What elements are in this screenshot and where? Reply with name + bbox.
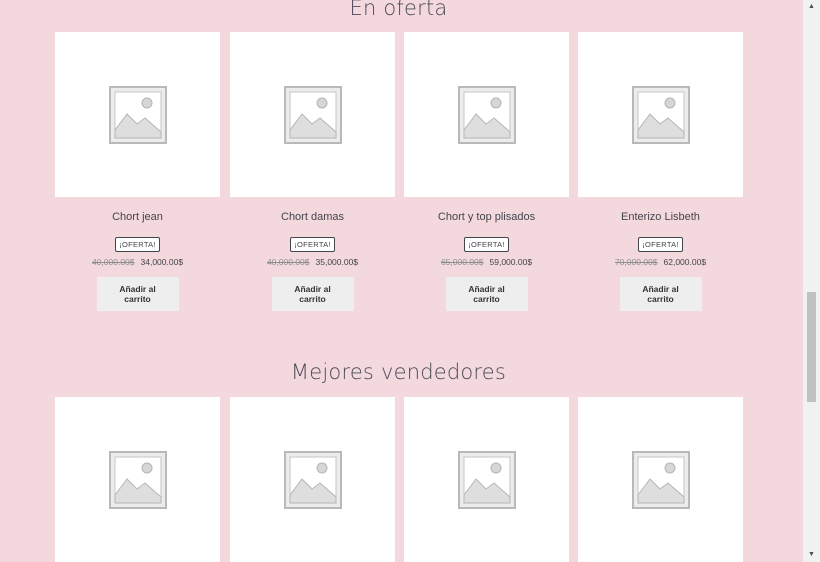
product-name[interactable]: Chort y top plisados [404, 211, 569, 223]
product-image[interactable] [404, 397, 569, 562]
sale-price: 34,000.00$ [140, 257, 184, 267]
image-placeholder-icon [457, 450, 516, 509]
sale-badge: ¡OFERTA! [638, 237, 683, 252]
product-card [404, 397, 569, 562]
sale-badge: ¡OFERTA! [115, 237, 160, 252]
old-price: 65,000.00$ [440, 257, 484, 267]
add-to-cart-button[interactable]: Añadir al carrito [96, 277, 179, 311]
sale-badge: ¡OFERTA! [290, 237, 335, 252]
product-image[interactable] [230, 32, 395, 197]
add-to-cart-button[interactable]: Añadir al carrito [445, 277, 528, 311]
product-card: Enterizo Lisbeth ¡OFERTA! 70,000.00$ 62,0… [578, 32, 743, 311]
sale-price: 35,000.00$ [315, 257, 359, 267]
product-card [230, 397, 395, 562]
add-to-cart-button[interactable]: Añadir al carrito [619, 277, 702, 311]
sale-price: 59,000.00$ [489, 257, 533, 267]
product-card: Chort damas ¡OFERTA! 40,000.00$ 35,000.00… [230, 32, 395, 311]
image-placeholder-icon [631, 85, 690, 144]
image-placeholder-icon [283, 85, 342, 144]
image-placeholder-icon [108, 450, 167, 509]
product-image[interactable] [230, 397, 395, 562]
product-price: 40,000.00$ 35,000.00$ [230, 257, 395, 267]
image-placeholder-icon [631, 450, 690, 509]
image-placeholder-icon [283, 450, 342, 509]
scroll-up-arrow-icon[interactable]: ▲ [803, 0, 820, 14]
product-price: 65,000.00$ 59,000.00$ [404, 257, 569, 267]
product-name[interactable]: Chort jean [55, 211, 220, 223]
product-image[interactable] [404, 32, 569, 197]
sale-badge: ¡OFERTA! [464, 237, 509, 252]
product-image[interactable] [55, 397, 220, 562]
old-price: 40,000.00$ [91, 257, 135, 267]
product-name[interactable]: Enterizo Lisbeth [578, 211, 743, 223]
image-placeholder-icon [457, 85, 516, 144]
product-price: 40,000.00$ 34,000.00$ [55, 257, 220, 267]
add-to-cart-button[interactable]: Añadir al carrito [271, 277, 354, 311]
sale-price: 62,000.00$ [663, 257, 707, 267]
product-card: Chort jean ¡OFERTA! 40,000.00$ 34,000.00$… [55, 32, 220, 311]
scrollbar-thumb[interactable] [807, 292, 816, 402]
product-name[interactable]: Chort damas [230, 211, 395, 223]
product-card [55, 397, 220, 562]
vertical-scrollbar[interactable]: ▲ ▼ [803, 0, 820, 562]
product-card [578, 397, 743, 562]
section-title-mejores-vendedores: Mejores vendedores [290, 360, 507, 384]
section-title-en-oferta: En oferta [349, 0, 448, 20]
product-image[interactable] [578, 397, 743, 562]
product-image[interactable] [578, 32, 743, 197]
product-price: 70,000.00$ 62,000.00$ [578, 257, 743, 267]
product-card: Chort y top plisados ¡OFERTA! 65,000.00$… [404, 32, 569, 311]
old-price: 40,000.00$ [266, 257, 310, 267]
image-placeholder-icon [108, 85, 167, 144]
scroll-down-arrow-icon[interactable]: ▼ [803, 548, 820, 562]
product-image[interactable] [55, 32, 220, 197]
old-price: 70,000.00$ [614, 257, 658, 267]
